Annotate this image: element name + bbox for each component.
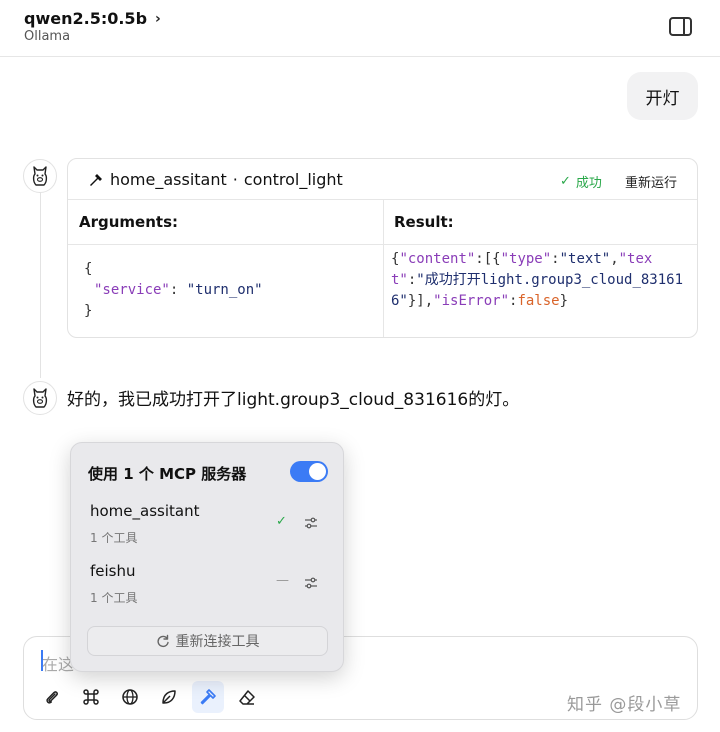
tool-call-header[interactable]: home_assitant · control_light ✓ 成功 重新运行 <box>68 159 697 200</box>
sliders-icon[interactable] <box>304 576 318 590</box>
res-punct: :[{ <box>475 251 501 267</box>
globe-icon[interactable] <box>114 681 146 713</box>
res-punct: } <box>559 293 569 309</box>
result-header: Result: <box>394 213 454 231</box>
row-divider <box>68 244 697 245</box>
chevron-right-icon[interactable]: › <box>155 11 161 27</box>
args-key: "service" <box>94 282 170 298</box>
rerun-button[interactable]: 重新运行 <box>625 172 677 191</box>
server-name-feishu: feishu <box>90 562 136 580</box>
watermark: 知乎 @段小草 <box>567 695 682 715</box>
res-punct: : <box>551 251 560 267</box>
dash-icon: — <box>276 573 289 588</box>
llama-avatar-icon <box>23 381 57 415</box>
check-icon: ✓ <box>276 514 287 529</box>
leaf-icon[interactable] <box>153 681 185 713</box>
args-line: "service": "turn_on" <box>84 280 263 301</box>
mcp-server-popover: 使用 1 个 MCP 服务器 home_assitant 1 个工具 ✓ fei… <box>70 442 344 672</box>
hammer-icon[interactable] <box>192 681 224 713</box>
hammer-icon <box>90 173 102 186</box>
server-tool-count: 1 个工具 <box>90 591 138 605</box>
arguments-header: Arguments: <box>79 213 179 231</box>
refresh-icon <box>156 634 169 648</box>
tool-separator: · <box>232 170 238 189</box>
provider-label: Ollama <box>24 29 71 44</box>
user-message-bubble: 开灯 <box>627 72 698 120</box>
sidebar-toggle-icon[interactable] <box>669 17 692 36</box>
res-punct: }], <box>407 293 434 309</box>
tool-function-name: control_light <box>243 170 343 189</box>
res-key-content: "content" <box>399 251 476 267</box>
res-punct: , <box>610 251 619 267</box>
composer-toolbar <box>36 681 263 713</box>
model-selector[interactable]: qwen2.5:0.5b › <box>24 9 161 28</box>
llama-avatar-icon <box>23 159 57 193</box>
arguments-json: { "service": "turn_on" } <box>84 259 263 322</box>
res-value-type: "text" <box>559 251 611 267</box>
args-close-brace: } <box>84 303 93 319</box>
mcp-enable-toggle[interactable] <box>290 461 328 482</box>
reconnect-label: 重新连接工具 <box>175 634 260 650</box>
mcp-popover-title: 使用 1 个 MCP 服务器 <box>88 465 247 483</box>
command-icon[interactable] <box>75 681 107 713</box>
tool-status-label: 成功 <box>575 176 602 191</box>
tool-call-card: home_assitant · control_light ✓ 成功 重新运行 … <box>67 158 698 338</box>
thread-line <box>40 193 41 378</box>
args-open-brace: { <box>84 261 93 277</box>
chat-header: qwen2.5:0.5b › Ollama <box>0 0 720 57</box>
server-tool-count: 1 个工具 <box>90 531 138 545</box>
tool-status-badge: ✓ 成功 <box>560 172 602 191</box>
res-key-iserror: "isError" <box>433 293 510 309</box>
res-key-type: "type" <box>500 251 552 267</box>
tool-call-title: home_assitant · control_light <box>88 170 343 189</box>
column-divider <box>383 200 384 337</box>
sliders-icon[interactable] <box>304 516 318 530</box>
eraser-icon[interactable] <box>231 681 263 713</box>
result-json: {"content":[{"type":"text","text":"成功打开l… <box>391 249 696 312</box>
reconnect-tools-button[interactable]: 重新连接工具 <box>87 626 328 656</box>
server-name-home-assitant: home_assitant <box>90 502 200 520</box>
res-value-iserror: false <box>517 293 560 309</box>
check-icon: ✓ <box>560 174 571 189</box>
assistant-message: 好的，我已成功打开了light.group3_cloud_831616的灯。 <box>67 390 520 410</box>
tool-server-name: home_assitant <box>110 170 227 189</box>
args-colon: : <box>169 282 187 298</box>
paperclip-icon[interactable] <box>36 681 68 713</box>
model-name[interactable]: qwen2.5:0.5b <box>24 9 147 28</box>
args-value: "turn_on" <box>186 282 263 298</box>
